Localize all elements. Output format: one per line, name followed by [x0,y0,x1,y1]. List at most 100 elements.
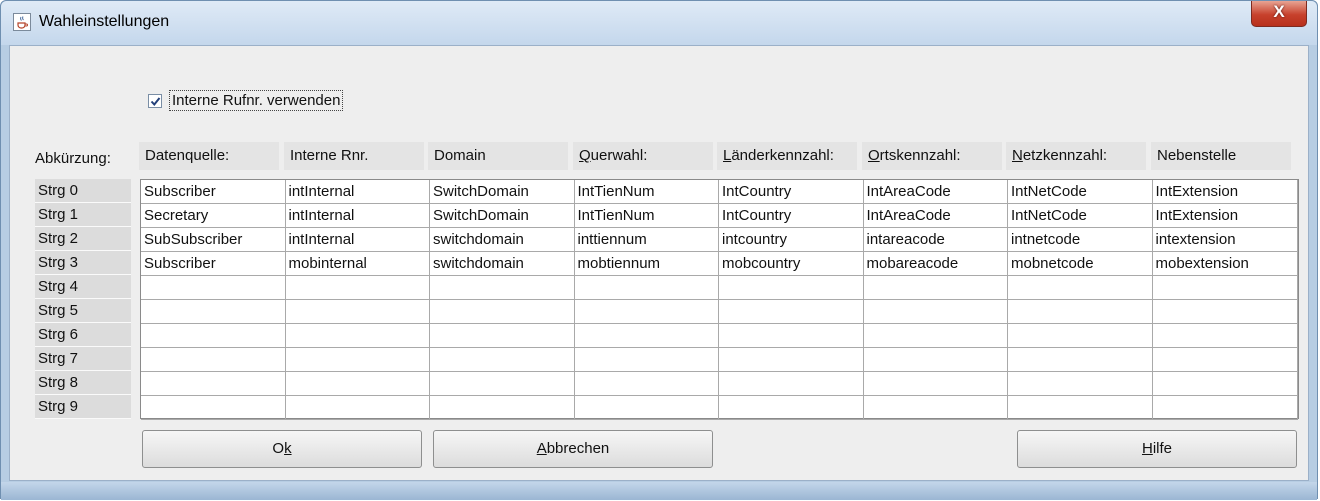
row-header-strg-0[interactable]: Strg 0 [35,179,131,203]
table-cell[interactable] [141,300,286,324]
table-cell[interactable]: mobnetcode [1008,252,1153,276]
column-header-domain[interactable]: Domain [428,142,568,170]
table-cell[interactable]: intareacode [863,228,1008,252]
table-cell[interactable]: intInternal [285,228,430,252]
table-cell[interactable] [430,348,575,372]
table-cell[interactable] [719,348,864,372]
table-cell[interactable]: switchdomain [430,228,575,252]
help-button[interactable]: Hilfe [1017,430,1297,468]
table-cell[interactable]: intextension [1152,228,1298,252]
close-button[interactable]: X [1251,1,1307,27]
column-header-datenquelle[interactable]: Datenquelle: [139,142,279,170]
table-cell[interactable]: intcountry [719,228,864,252]
table-cell[interactable] [430,276,575,300]
table-cell[interactable] [430,372,575,396]
table-cell[interactable]: mobextension [1152,252,1298,276]
row-header-strg-6[interactable]: Strg 6 [35,323,131,347]
table-cell[interactable] [1152,396,1298,420]
table-cell[interactable] [863,300,1008,324]
table-cell[interactable] [719,300,864,324]
table-cell[interactable]: IntNetCode [1008,180,1153,204]
column-header-querwahl[interactable]: Querwahl: [573,142,713,170]
table-cell[interactable] [285,396,430,420]
row-header-strg-7[interactable]: Strg 7 [35,347,131,371]
table-cell[interactable]: SwitchDomain [430,180,575,204]
table-cell[interactable]: SubSubscriber [141,228,286,252]
table-cell[interactable]: IntCountry [719,204,864,228]
table-cell[interactable] [285,276,430,300]
table-cell[interactable]: IntNetCode [1008,204,1153,228]
table-cell[interactable] [1152,348,1298,372]
table-cell[interactable]: mobtiennum [574,252,719,276]
table-cell[interactable] [863,276,1008,300]
column-header-nebenstelle[interactable]: Nebenstelle [1151,142,1291,170]
table-cell[interactable]: intInternal [285,180,430,204]
table-cell[interactable] [1152,276,1298,300]
table-cell[interactable] [574,276,719,300]
table-cell[interactable] [719,372,864,396]
table-cell[interactable]: mobareacode [863,252,1008,276]
table-cell[interactable] [285,300,430,324]
table-cell[interactable] [430,396,575,420]
table-cell[interactable]: IntCountry [719,180,864,204]
table-cell[interactable] [863,372,1008,396]
row-header-strg-1[interactable]: Strg 1 [35,203,131,227]
table-cell[interactable]: IntAreaCode [863,180,1008,204]
table-cell[interactable] [141,372,286,396]
cancel-button[interactable]: Abbrechen [433,430,713,468]
row-header-strg-9[interactable]: Strg 9 [35,395,131,419]
table-cell[interactable] [430,324,575,348]
table-cell[interactable] [1008,300,1153,324]
table-cell[interactable]: inttiennum [574,228,719,252]
column-header-ortskennzahl[interactable]: Ortskennzahl: [862,142,1002,170]
table-cell[interactable]: mobcountry [719,252,864,276]
table-cell[interactable] [1008,396,1153,420]
table-cell[interactable] [430,300,575,324]
internal-number-checkbox[interactable] [148,94,162,108]
table-cell[interactable] [719,324,864,348]
table-cell[interactable] [574,372,719,396]
table-cell[interactable] [719,276,864,300]
table-cell[interactable] [1008,276,1153,300]
row-header-strg-2[interactable]: Strg 2 [35,227,131,251]
table-cell[interactable] [1152,324,1298,348]
table-cell[interactable]: Subscriber [141,252,286,276]
table-cell[interactable]: IntTienNum [574,204,719,228]
table-cell[interactable]: IntTienNum [574,180,719,204]
internal-number-checkbox-label[interactable]: Interne Rufnr. verwenden [169,90,344,111]
row-header-strg-3[interactable]: Strg 3 [35,251,131,275]
table-cell[interactable] [1152,300,1298,324]
row-header-strg-8[interactable]: Strg 8 [35,371,131,395]
table-cell[interactable] [141,324,286,348]
table-cell[interactable] [719,396,864,420]
table-cell[interactable] [863,324,1008,348]
table-cell[interactable] [1008,324,1153,348]
table-cell[interactable] [285,372,430,396]
column-header-interne-rnr[interactable]: Interne Rnr. [284,142,424,170]
table-cell[interactable] [141,396,286,420]
table-cell[interactable]: Subscriber [141,180,286,204]
table-cell[interactable]: IntAreaCode [863,204,1008,228]
table-cell[interactable] [285,324,430,348]
row-header-strg-4[interactable]: Strg 4 [35,275,131,299]
column-header-laenderkennzahl[interactable]: Länderkennzahl: [717,142,857,170]
ok-button[interactable]: Ok [142,430,422,468]
table-cell[interactable]: IntExtension [1152,180,1298,204]
table-cell[interactable] [574,396,719,420]
table-cell[interactable] [1008,348,1153,372]
table-cell[interactable] [1152,372,1298,396]
column-header-netzkennzahl[interactable]: Netzkennzahl: [1006,142,1146,170]
table-cell[interactable]: switchdomain [430,252,575,276]
title-bar[interactable]: Wahleinstellungen X [1,1,1317,45]
table-cell[interactable]: intInternal [285,204,430,228]
table-cell[interactable] [141,276,286,300]
table-cell[interactable] [863,348,1008,372]
row-header-strg-5[interactable]: Strg 5 [35,299,131,323]
table-cell[interactable] [574,324,719,348]
table-cell[interactable]: Secretary [141,204,286,228]
table-cell[interactable] [863,396,1008,420]
table-cell[interactable]: SwitchDomain [430,204,575,228]
table-cell[interactable]: mobinternal [285,252,430,276]
table-cell[interactable]: IntExtension [1152,204,1298,228]
table-cell[interactable] [285,348,430,372]
